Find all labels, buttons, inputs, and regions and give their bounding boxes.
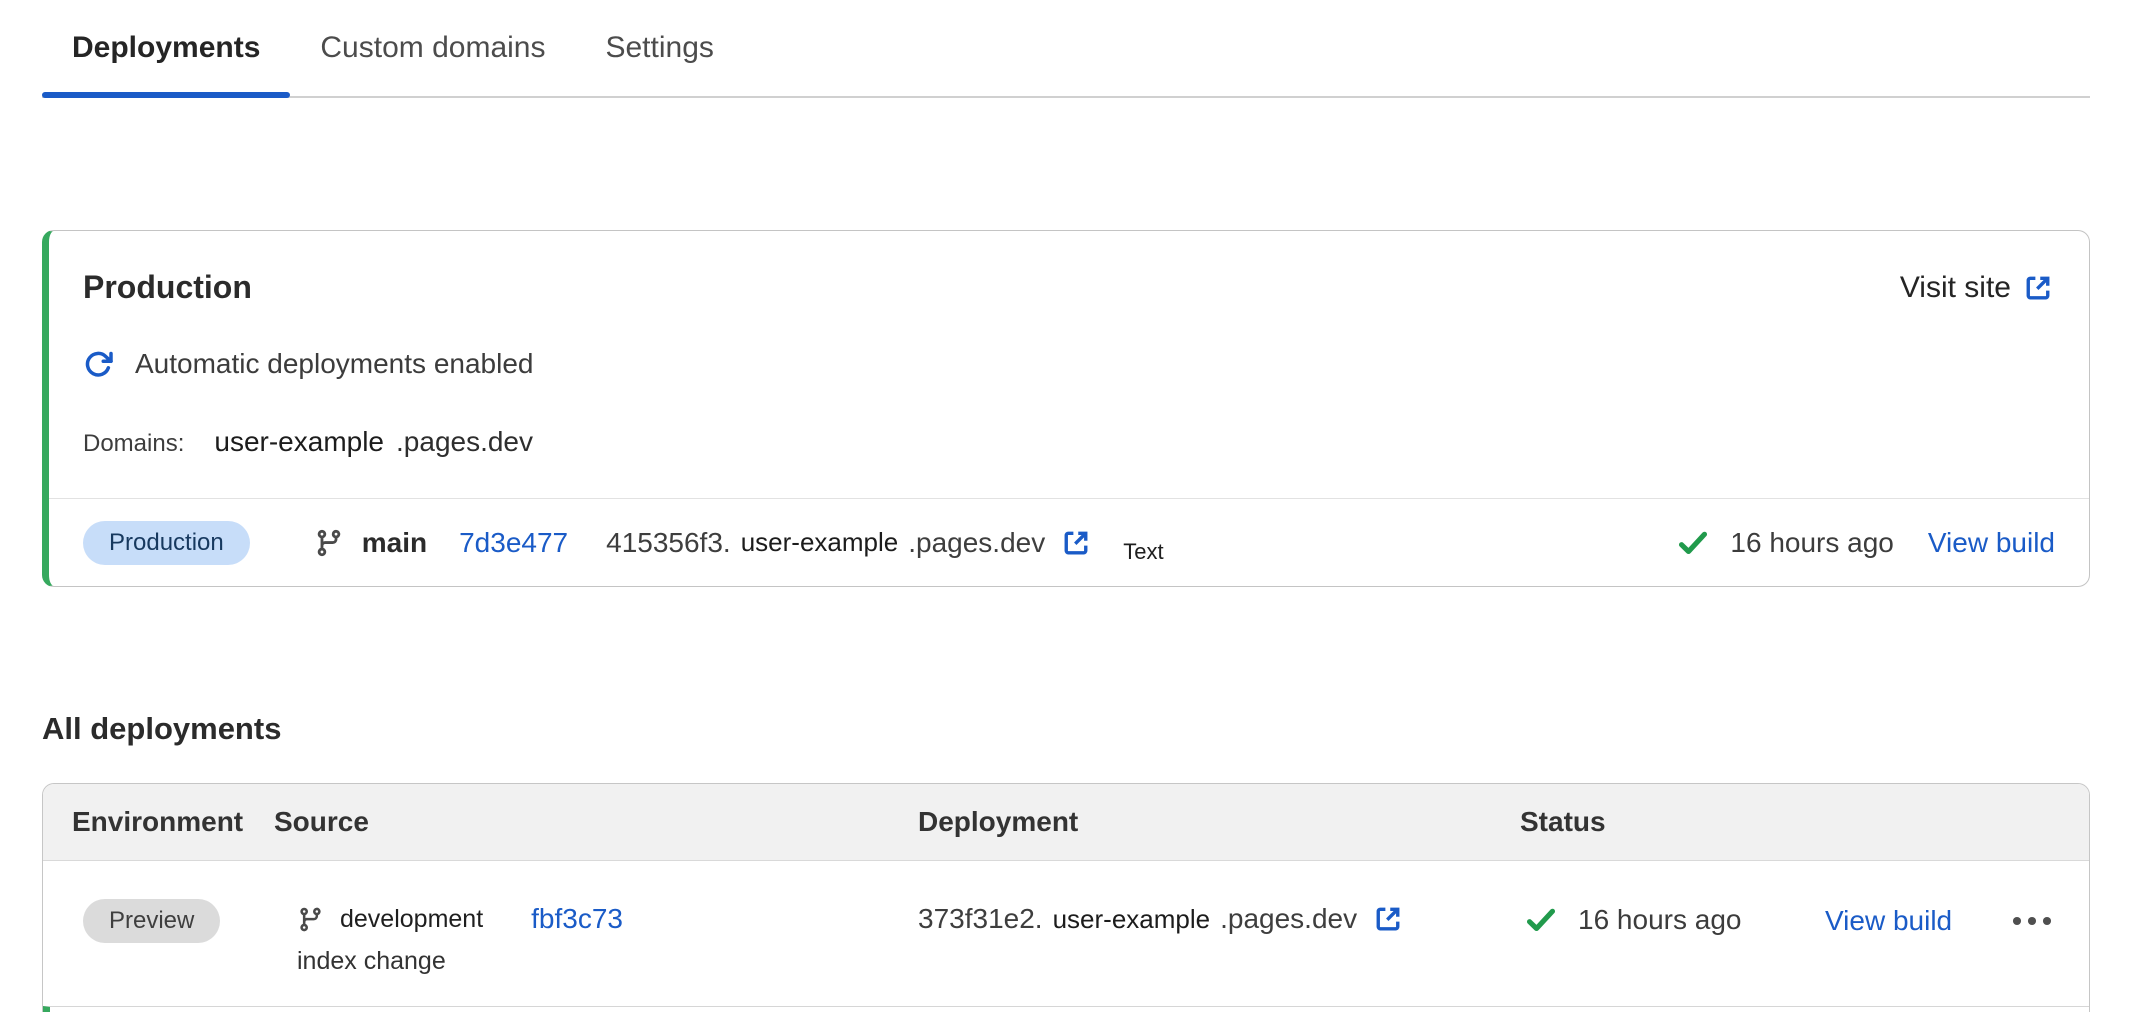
next-row-peek (43, 1006, 2089, 1012)
success-check-icon (1524, 903, 1558, 937)
deployment-url-link[interactable]: 373f31e2. user-example .pages.dev (918, 903, 1403, 935)
domain-name: user-example (214, 426, 384, 458)
table-header-row: Environment Source Deployment Status (43, 784, 2089, 861)
more-options-icon (2011, 916, 2053, 926)
domain-suffix: .pages.dev (396, 426, 533, 458)
git-branch-icon (314, 528, 344, 558)
external-link-icon (1061, 528, 1091, 558)
git-branch-icon (297, 906, 324, 933)
column-header-source: Source (274, 806, 918, 838)
production-card-title: Production (83, 269, 252, 306)
deploy-time: 16 hours ago (1578, 904, 1741, 936)
tab-deployments[interactable]: Deployments (42, 0, 290, 96)
deployment-url-suffix: .pages.dev (1220, 903, 1357, 935)
tab-settings[interactable]: Settings (575, 0, 743, 96)
tab-custom-domains[interactable]: Custom domains (290, 0, 575, 96)
branch-name: main (362, 527, 427, 559)
external-link-icon (2023, 273, 2053, 303)
tab-bar: Deployments Custom domains Settings (42, 0, 2090, 98)
refresh-icon (83, 349, 113, 379)
visit-site-link[interactable]: Visit site (1900, 271, 2053, 305)
production-deployment-row: Production main 7d3e477 415356f3. user-e… (49, 498, 2089, 586)
success-check-icon (1676, 526, 1710, 560)
more-options-button[interactable] (2011, 916, 2053, 926)
domains-label: Domains: (83, 430, 184, 458)
environment-badge: Production (83, 521, 250, 565)
all-deployments-heading: All deployments (42, 711, 2090, 747)
visit-site-label: Visit site (1900, 271, 2011, 305)
deployment-url-prefix: 373f31e2. (918, 903, 1043, 935)
commit-message: index change (297, 947, 918, 976)
deployment-status: 16 hours ago (1676, 526, 1893, 560)
column-header-deployment: Deployment (918, 806, 1520, 838)
deployment-url-host: user-example (741, 527, 899, 558)
deployment-url-host: user-example (1053, 904, 1211, 935)
table-row: Preview development fbf3c73 index change… (43, 861, 2089, 1006)
column-header-environment: Environment (72, 806, 274, 838)
deployment-url-prefix: 415356f3. (606, 527, 731, 559)
note-text: Text (1123, 539, 1163, 565)
view-build-link[interactable]: View build (1928, 527, 2055, 559)
deployment-status: 16 hours ago (1524, 903, 1741, 937)
environment-badge: Preview (83, 899, 220, 943)
view-build-link[interactable]: View build (1825, 905, 1952, 937)
commit-link[interactable]: 7d3e477 (459, 527, 568, 559)
deployment-url-suffix: .pages.dev (908, 527, 1045, 559)
external-link-icon (1373, 904, 1403, 934)
branch-name: development (340, 905, 483, 934)
auto-deployments-text: Automatic deployments enabled (135, 348, 533, 380)
commit-link[interactable]: fbf3c73 (531, 903, 623, 935)
deployments-table: Environment Source Deployment Status Pre… (42, 783, 2090, 1012)
deployment-url-link[interactable]: 415356f3. user-example .pages.dev (606, 527, 1091, 559)
production-card: Production Visit site Automa (42, 230, 2090, 587)
deploy-time: 16 hours ago (1730, 527, 1893, 559)
column-header-status: Status (1520, 806, 1820, 838)
